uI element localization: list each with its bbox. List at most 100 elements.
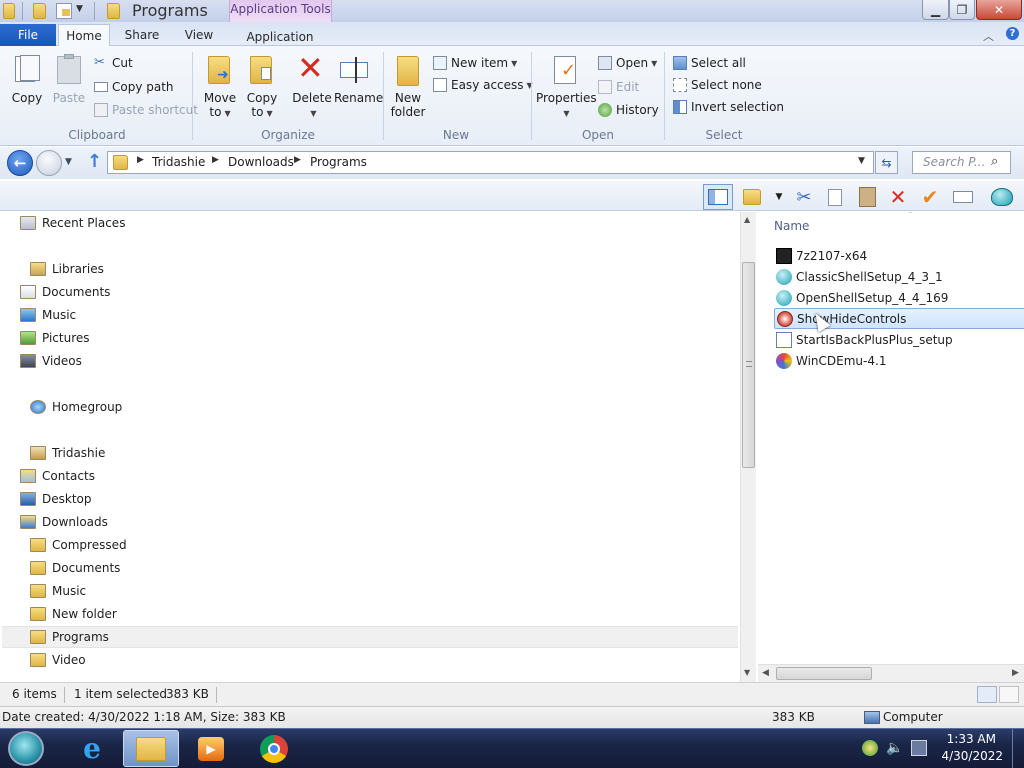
nav-item[interactable]: Contacts (0, 465, 700, 487)
qat-new-folder-icon[interactable] (56, 3, 72, 19)
file-item[interactable]: OpenShellSetup_4_4_169 (774, 287, 1024, 308)
minimize-button[interactable]: ▁ (922, 0, 949, 20)
open-button[interactable]: Open ▼ (598, 54, 657, 72)
qat-customize-icon[interactable]: ▼ (76, 4, 83, 14)
move-to-button[interactable]: ➜ Move to ▼ (200, 54, 240, 124)
recent-locations-icon[interactable]: ▼ (65, 157, 72, 167)
breadcrumb-chevron-icon[interactable]: ▶ (137, 155, 144, 165)
show-desktop-button[interactable] (1012, 729, 1024, 768)
address-dropdown-icon[interactable]: ▼ (858, 156, 865, 166)
properties-button[interactable]: ✓ Properties ▼ (536, 54, 597, 124)
nav-item[interactable]: Documents (0, 281, 700, 303)
file-list-pane[interactable]: Name ˄ 7z2107-x64 ClassicShellSetup_4_3_1… (758, 212, 1024, 682)
volume-muted-icon[interactable]: 🔈 (886, 740, 903, 756)
tab-application[interactable]: Application (236, 26, 324, 48)
minimize-ribbon-icon[interactable]: ︿ (983, 28, 994, 44)
folder-options-dropdown-icon[interactable]: ▼ (768, 186, 790, 208)
start-button[interactable] (8, 731, 44, 766)
scroll-down-icon[interactable]: ▼ (744, 668, 750, 677)
invert-selection-button[interactable]: Invert selection (673, 98, 784, 116)
nav-item[interactable]: Music (0, 580, 700, 602)
file-item[interactable]: WinCDEmu-4.1 (774, 350, 1024, 371)
qat-properties-icon[interactable] (33, 3, 46, 19)
tab-view[interactable]: View (172, 24, 226, 46)
toolbar-shell-icon[interactable] (991, 186, 1013, 208)
name-column-header[interactable]: Name (774, 219, 809, 233)
breadcrumb-programs[interactable]: Programs (310, 155, 367, 169)
delete-button[interactable]: ✕ Delete ▼ (290, 52, 334, 124)
nav-item[interactable]: Videos (0, 350, 700, 372)
nav-item[interactable]: Documents (0, 557, 700, 579)
select-none-button[interactable]: Select none (673, 76, 762, 94)
tab-home[interactable]: Home (58, 24, 110, 46)
copy-button[interactable]: Copy (6, 54, 48, 118)
breadcrumb-tridashie[interactable]: Tridashie (152, 155, 205, 169)
nav-item[interactable]: Video (0, 649, 700, 671)
copy-path-button[interactable]: Copy path (94, 78, 174, 96)
cut-button[interactable]: ✂ Cut (94, 54, 133, 72)
nav-item[interactable]: Programs (2, 626, 738, 648)
nav-item[interactable]: Downloads (0, 511, 700, 533)
rename-button[interactable]: Rename (334, 54, 383, 118)
breadcrumb-chevron-icon[interactable]: ▶ (212, 155, 219, 165)
scroll-left-icon[interactable]: ◀ (762, 668, 769, 678)
toolbar-rename-icon[interactable] (952, 186, 974, 208)
file-tab[interactable]: File (0, 24, 56, 46)
details-view-button[interactable] (977, 686, 997, 703)
address-bar[interactable]: ▶ Tridashie ▶ Downloads ▶ Programs ▼ (107, 151, 874, 174)
search-icon[interactable]: ⌕ (991, 154, 998, 169)
taskbar-internet-explorer[interactable]: e (64, 730, 120, 767)
network-icon[interactable] (911, 740, 927, 756)
taskbar-chrome[interactable] (246, 730, 302, 767)
large-icons-view-button[interactable] (999, 686, 1019, 703)
new-folder-button[interactable]: New folder (388, 54, 428, 124)
nav-scrollbar-thumb[interactable] (742, 262, 755, 468)
paste-shortcut-button[interactable]: Paste shortcut (94, 101, 198, 119)
toolbar-properties-check-icon[interactable]: ✔ (919, 185, 941, 209)
scroll-up-icon[interactable]: ▲ (744, 215, 750, 224)
breadcrumb-downloads[interactable]: Downloads (228, 155, 294, 169)
scroll-right-icon[interactable]: ▶ (1012, 668, 1019, 678)
breadcrumb-chevron-icon[interactable]: ▶ (294, 155, 301, 165)
nav-item[interactable]: Pictures (0, 327, 700, 349)
navigation-pane[interactable]: Recent Places Libraries Documents Music Pict… (0, 212, 740, 682)
edit-button[interactable]: Edit (598, 78, 639, 96)
close-button[interactable]: ✕ (976, 0, 1022, 20)
nav-item[interactable]: Music (0, 304, 700, 326)
nav-item[interactable]: Libraries (0, 258, 700, 280)
tab-share[interactable]: Share (114, 24, 170, 46)
file-scrollbar-thumb[interactable] (776, 667, 872, 680)
paste-button[interactable]: Paste (50, 54, 88, 118)
nav-item[interactable]: Desktop (0, 488, 700, 510)
maximize-button[interactable]: ❐ (949, 0, 975, 20)
nav-item[interactable]: Compressed (0, 534, 700, 556)
folder-options-icon[interactable] (741, 186, 763, 208)
new-item-button[interactable]: New item ▼ (433, 54, 517, 72)
history-button[interactable]: History (598, 101, 659, 119)
clock-time[interactable]: 1:33 AM (930, 732, 996, 746)
nav-item[interactable]: Homegroup (0, 396, 700, 418)
nav-vertical-scrollbar[interactable]: ▲ ▼ (740, 212, 756, 682)
window-icon[interactable] (3, 3, 15, 19)
toolbar-delete-icon[interactable]: ✕ (887, 185, 909, 209)
copy-to-button[interactable]: Copy to ▼ (242, 54, 282, 124)
up-arrow-icon[interactable]: ↑ (87, 152, 102, 172)
toolbar-copy-icon[interactable] (824, 186, 846, 208)
back-button[interactable]: ← (7, 150, 33, 176)
refresh-button[interactable]: ⇆ (875, 151, 898, 174)
taskbar-media-player[interactable]: ▶ (183, 730, 239, 767)
preview-pane-toggle[interactable] (703, 184, 733, 210)
nav-item[interactable]: Tridashie (0, 442, 700, 464)
tray-network-status-icon[interactable] (862, 740, 878, 756)
clock-date[interactable]: 4/30/2022 (930, 749, 1003, 763)
nav-item[interactable]: New folder (0, 603, 700, 625)
nav-item[interactable]: Recent Places (0, 212, 700, 234)
select-all-button[interactable]: Select all (673, 54, 746, 72)
file-item[interactable]: 7z2107-x64 (774, 245, 1024, 266)
toolbar-paste-icon[interactable] (856, 186, 878, 208)
file-item[interactable]: StartIsBackPlusPlus_setup (774, 329, 1024, 350)
toolbar-cut-icon[interactable]: ✂ (793, 186, 815, 208)
help-icon[interactable]: ? (1006, 27, 1019, 40)
file-horizontal-scrollbar[interactable]: ◀ ▶ (758, 664, 1024, 682)
forward-button[interactable] (36, 150, 62, 176)
